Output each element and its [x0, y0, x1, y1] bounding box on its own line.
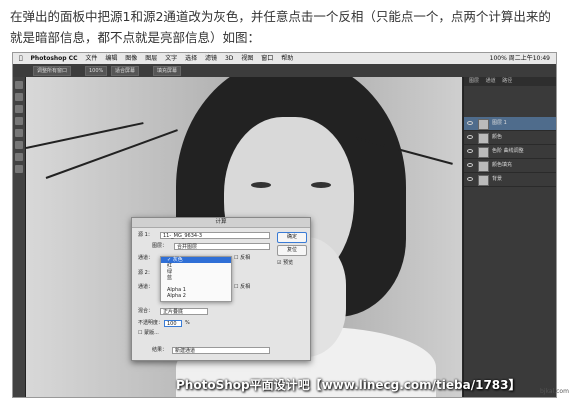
menu-3d[interactable]: 3D	[225, 53, 233, 64]
source2-label: 源 2：	[138, 270, 153, 276]
option-label: 灰色	[172, 257, 183, 263]
opacity-label: 不透明度：	[138, 320, 164, 326]
layer-thumbnail	[478, 175, 489, 186]
menubar-status: 100% 周二上午10:49	[489, 55, 550, 62]
menu-file[interactable]: 文件	[85, 53, 97, 64]
photoshop-screenshot:  Photoshop CC 文件 编辑 图像 图层 文字 选择 滤镜 3D 视…	[12, 52, 557, 398]
layer-label: 图层：	[152, 243, 168, 249]
layer-row[interactable]: 色阶 曲线调整	[464, 145, 556, 159]
layer-name: 背景	[492, 176, 503, 182]
layer-row[interactable]: 图层 1	[464, 117, 556, 131]
visibility-eye-icon[interactable]	[467, 177, 473, 181]
option-chip-1[interactable]: 调整所有窗口	[33, 66, 72, 76]
layer-row[interactable]: 颜色填充	[464, 159, 556, 173]
layer-name: 色阶 曲线调整	[492, 148, 524, 154]
menu-window[interactable]: 窗口	[261, 53, 273, 64]
mac-menubar:  Photoshop CC 文件 编辑 图像 图层 文字 选择 滤镜 3D 视…	[13, 53, 556, 64]
blend-select[interactable]: 正片叠底	[160, 308, 208, 315]
menu-layer[interactable]: 图层	[145, 53, 157, 64]
option-chip-3[interactable]: 适合屏幕	[111, 66, 140, 76]
preview-label: 预览	[283, 260, 294, 266]
menu-filter[interactable]: 滤镜	[205, 53, 217, 64]
watermark-text: PhotoShop平面设计吧【www.linecg.com/tieba/1783…	[176, 378, 521, 392]
eraser-tool-icon[interactable]	[15, 141, 23, 149]
source1-select[interactable]: 11-_MG_9634-3	[160, 232, 270, 239]
layers-panel: 图层 通道 路径 图层 1 颜色 色阶 曲线调整 颜色填充 背景	[463, 77, 556, 397]
channel-dropdown[interactable]: ✓ 灰色 红 绿 蓝 Alpha 1 Alpha 2	[160, 256, 232, 302]
article-caption: 在弹出的面板中把源1和源2通道改为灰色，并任意点击一个反相（只能点一个，点两个计…	[10, 9, 551, 45]
invert-checkbox-1[interactable]: ☐ 反相	[234, 255, 250, 262]
corner-watermark: bjkal.com	[540, 388, 569, 395]
invert-label-1: 反相	[240, 255, 251, 261]
layer-select[interactable]: 合并图层	[174, 243, 270, 250]
opacity-unit: %	[185, 320, 190, 326]
panel-tabs: 图层 通道 路径	[464, 77, 556, 86]
marquee-tool-icon[interactable]	[15, 93, 23, 101]
zoom-tool-icon[interactable]	[15, 165, 23, 173]
tab-paths[interactable]: 路径	[502, 78, 512, 84]
mask-checkbox[interactable]: ☐ 蒙版...	[138, 330, 159, 337]
layer-thumbnail	[478, 133, 489, 144]
crop-tool-icon[interactable]	[15, 117, 23, 125]
blend-label: 混合：	[138, 308, 154, 314]
result-select[interactable]: 新建通道	[172, 347, 270, 354]
ok-button[interactable]: 确定	[277, 232, 307, 243]
menu-image[interactable]: 图像	[125, 53, 137, 64]
photo-eye	[311, 182, 331, 188]
tab-channels[interactable]: 通道	[486, 78, 496, 84]
preview-checkbox[interactable]: ☑ 预览	[277, 260, 293, 267]
calculations-dialog: 计算 源 1： 11-_MG_9634-3 图层： 合并图层 通道： ☐ 反相 …	[131, 217, 311, 361]
invert-checkbox-2[interactable]: ☐ 反相	[234, 284, 250, 291]
dropdown-option-alpha2[interactable]: Alpha 2	[161, 293, 231, 299]
app-name[interactable]: Photoshop CC	[31, 53, 78, 64]
menu-edit[interactable]: 编辑	[105, 53, 117, 64]
menu-select[interactable]: 选择	[185, 53, 197, 64]
menu-help[interactable]: 帮助	[281, 53, 293, 64]
layer-thumbnail	[478, 119, 489, 130]
move-tool-icon[interactable]	[15, 81, 23, 89]
apple-icon[interactable]: 	[19, 53, 23, 64]
layer-row[interactable]: 颜色	[464, 131, 556, 145]
layer-name: 颜色	[492, 134, 503, 140]
dropdown-option-blue[interactable]: 蓝	[161, 275, 231, 281]
option-chip-4[interactable]: 填充屏幕	[153, 66, 182, 76]
text-tool-icon[interactable]	[15, 153, 23, 161]
layer-row[interactable]: 背景	[464, 173, 556, 187]
mask-label: 蒙版...	[144, 330, 159, 336]
menu-type[interactable]: 文字	[165, 53, 177, 64]
brush-tool-icon[interactable]	[15, 129, 23, 137]
opacity-input[interactable]: 100	[164, 320, 182, 327]
invert-label-2: 反相	[240, 284, 251, 290]
tab-layers[interactable]: 图层	[469, 78, 479, 84]
dialog-title: 计算	[132, 218, 310, 228]
layer-thumbnail	[478, 161, 489, 172]
layer-thumbnail	[478, 147, 489, 158]
visibility-eye-icon[interactable]	[467, 149, 473, 153]
visibility-eye-icon[interactable]	[467, 121, 473, 125]
tools-panel	[13, 77, 26, 397]
source1-label: 源 1：	[138, 232, 153, 238]
photo-eye	[251, 182, 271, 188]
reset-button[interactable]: 复位	[277, 245, 307, 256]
layer-name: 颜色填充	[492, 162, 513, 168]
channel-label: 通道：	[138, 255, 154, 261]
lasso-tool-icon[interactable]	[15, 105, 23, 113]
channel2-label: 通道：	[138, 284, 154, 290]
menu-view[interactable]: 视图	[241, 53, 253, 64]
visibility-eye-icon[interactable]	[467, 163, 473, 167]
options-bar: 调整所有窗口 100% 适合屏幕 填充屏幕	[13, 64, 556, 78]
result-label: 结果：	[152, 347, 168, 353]
visibility-eye-icon[interactable]	[467, 135, 473, 139]
layer-name: 图层 1	[492, 120, 507, 126]
option-chip-2[interactable]: 100%	[85, 66, 108, 76]
